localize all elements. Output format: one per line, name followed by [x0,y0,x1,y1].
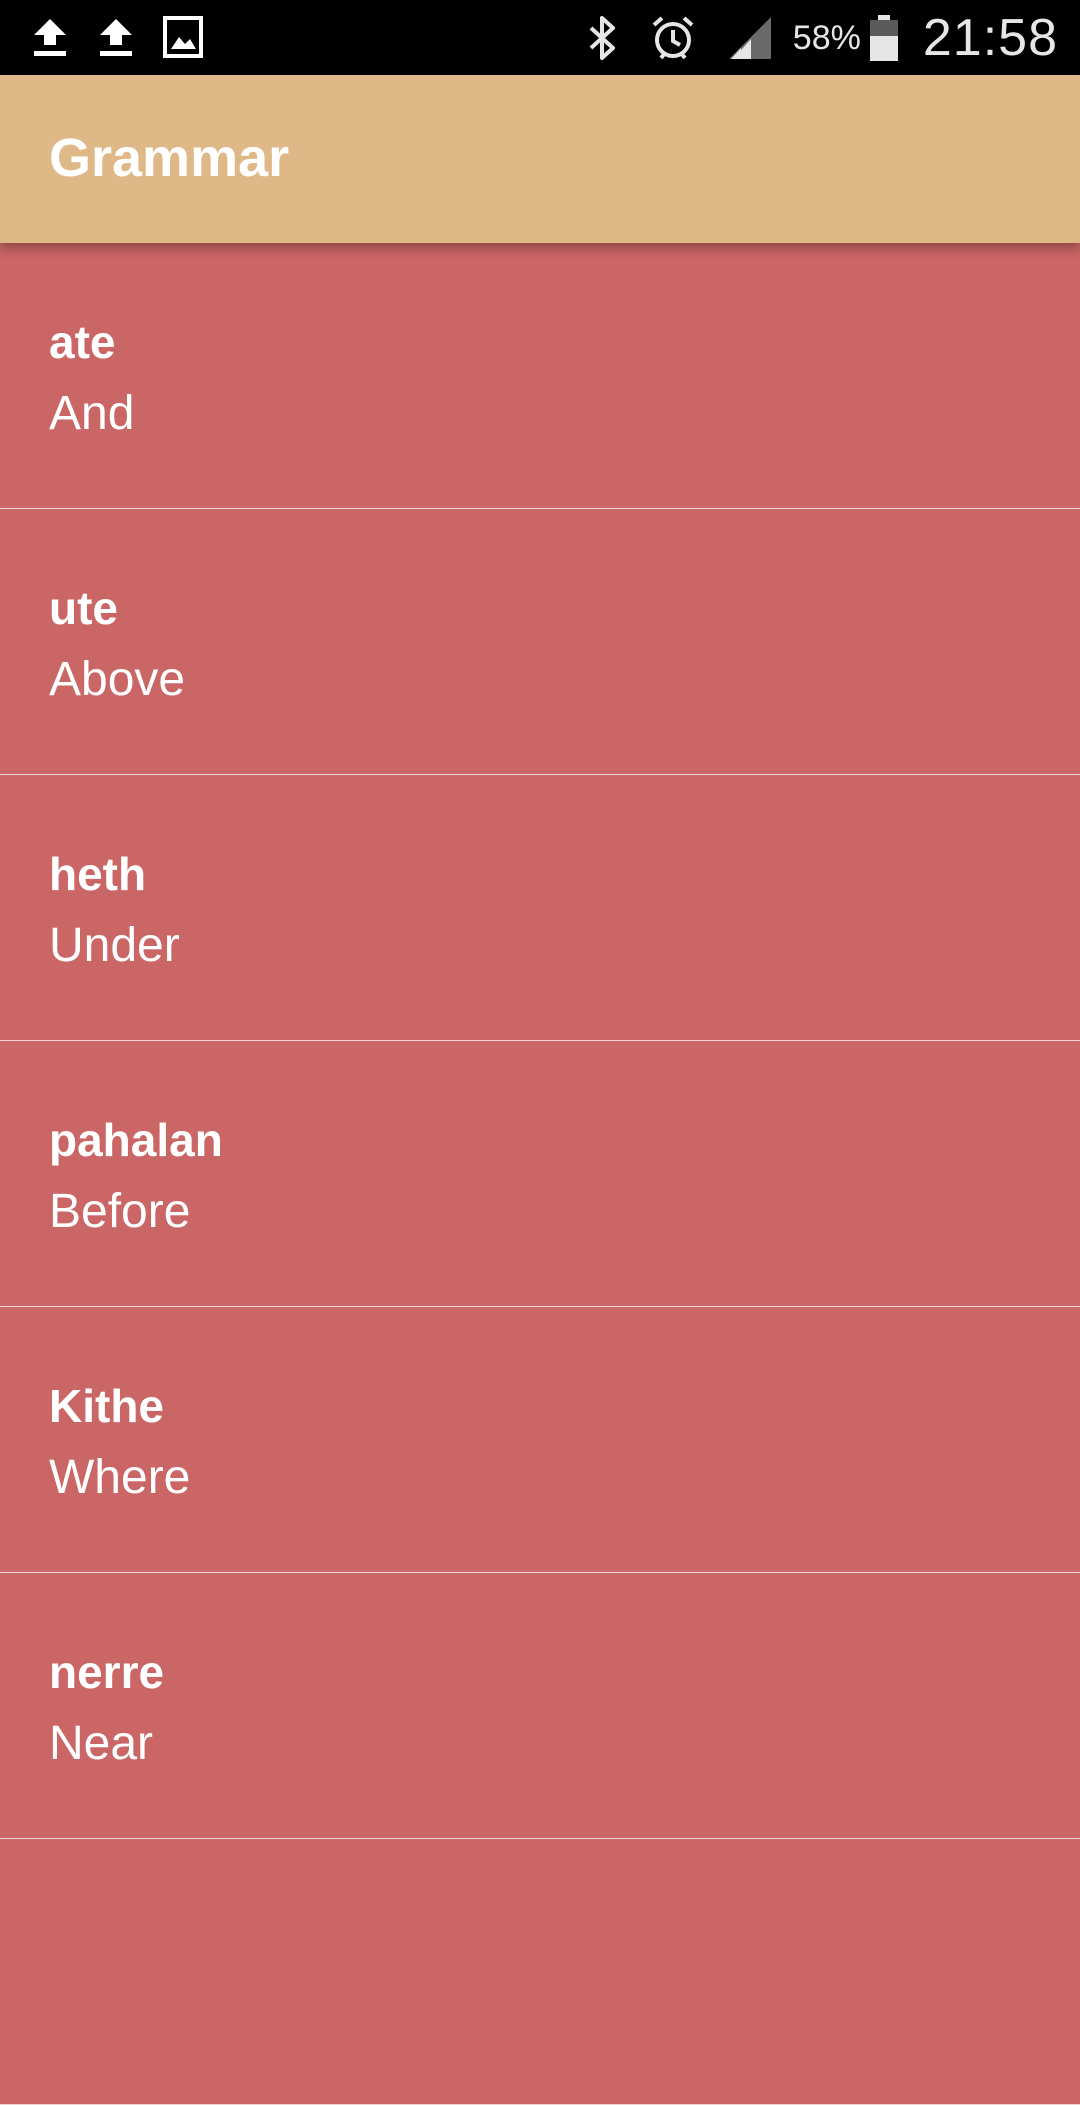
upload-icon [30,15,70,59]
system-status: 58% 21:58 [557,8,1058,68]
signal-icon [725,15,775,61]
list-item-word: ute [49,582,118,634]
grammar-list: ate And ute Above heth Under pahalan Bef… [0,243,1080,2105]
list-item-meaning: Under [49,919,180,972]
list-item[interactable]: ute Above [0,509,1080,775]
upload-icon [96,15,136,59]
list-item-word: Kithe [49,1380,164,1432]
list-item-meaning: Above [49,653,186,706]
list-item-word: heth [49,848,147,900]
list-item-meaning: Where [49,1451,191,1504]
battery-icon [869,14,899,62]
list-item-word: pahalan [49,1114,223,1166]
image-icon [162,15,204,59]
status-clock: 21:58 [922,9,1058,67]
list-item[interactable]: pahalan Before [0,1041,1080,1307]
list-item[interactable] [0,1839,1080,2105]
list-item[interactable]: nerre Near [0,1573,1080,1839]
list-item[interactable]: Kithe Where [0,1307,1080,1573]
app-bar: Grammar [0,75,1080,243]
bluetooth-icon [585,14,621,62]
status-bar: 58% 21:58 [0,0,1080,75]
list-item-meaning: Near [49,1717,154,1770]
notification-icons [30,12,204,62]
list-item-word: nerre [49,1646,165,1698]
list-item-meaning: And [49,387,135,440]
list-item-meaning: Before [49,1185,191,1238]
page-title: Grammar [49,128,290,188]
list-item[interactable]: ate And [0,243,1080,509]
list-item-word: ate [49,316,116,368]
alarm-icon [649,14,697,62]
list-item[interactable]: heth Under [0,775,1080,1041]
battery-percentage: 58% [792,18,861,57]
